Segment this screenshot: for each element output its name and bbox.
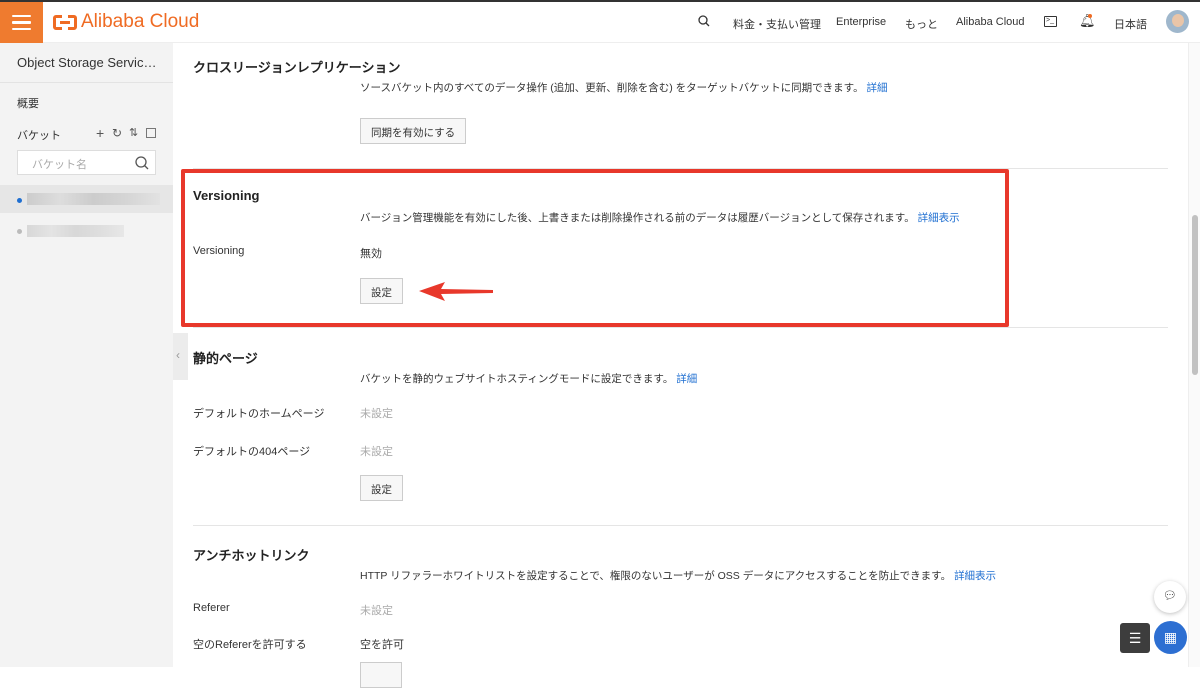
sidebar-title[interactable]: Object Storage Servic… [17,55,156,70]
add-icon[interactable]: + [96,125,104,141]
chat-icon: 💬︎ [1163,590,1177,602]
language-selector[interactable]: 日本語 [1114,16,1147,32]
divider [0,82,173,83]
bucket-name-redacted [27,225,124,237]
default-home-label: デフォルトのホームページ [193,408,325,420]
top-header: Alibaba Cloud 料金・支払い管理 Enterprise もっと Al… [0,2,1200,43]
list-icon: ☰ [1128,630,1142,646]
dot [17,229,22,234]
static-description: バケットを静的ウェブサイトホスティングモードに設定できます。 詳細 [360,373,698,385]
enable-sync-button[interactable]: 同期を有効にする [360,118,467,144]
allow-empty-referer-value: 空を許可 [360,639,404,651]
referer-label: Referer [193,602,230,614]
arrow-annotation-icon [419,282,493,301]
default-404-value: 未設定 [360,446,393,458]
sidebar-item-overview[interactable]: 概要 [17,95,39,111]
nav-more[interactable]: もっと [905,16,938,32]
list-menu-button[interactable]: ☰ [1120,623,1150,653]
refresh-icon[interactable]: ↻ [112,126,122,140]
static-settings-button[interactable]: 設定 [360,475,403,501]
crr-description: ソースバケット内のすべてのデータ操作 (追加、更新、削除を含む) をターゲットバ… [360,82,888,94]
bucket-name-redacted [27,193,160,205]
bucket-list-item[interactable] [0,221,173,243]
default-home-value: 未設定 [360,408,393,420]
nav-enterprise[interactable]: Enterprise [836,16,886,28]
terminal-icon[interactable]: >_ [1044,16,1057,27]
divider [193,327,1168,328]
bucket-list-item-selected[interactable] [0,185,173,213]
alibaba-cloud-logo[interactable]: Alibaba Cloud [53,11,199,33]
chat-support-button[interactable]: 💬︎ [1154,581,1186,613]
crr-title: クロスリージョンレプリケーション [193,60,401,75]
bucket-search-input[interactable]: バケット名 [17,150,156,175]
divider [193,525,1168,526]
logo-icon [53,13,77,31]
user-avatar[interactable] [1166,10,1189,33]
expand-icon[interactable] [146,128,156,138]
scrollbar[interactable] [1188,43,1200,667]
selected-dot [17,198,22,203]
logo-text: Alibaba Cloud [81,11,200,32]
crr-detail-link[interactable]: 詳細 [867,82,888,94]
referer-value: 未設定 [360,605,393,617]
sidebar: Object Storage Servic… 概要 バケット + ↻ ⇅ バケッ… [0,43,173,667]
static-detail-link[interactable]: 詳細 [676,373,697,385]
scrollbar-thumb[interactable] [1192,215,1198,375]
buckets-label: バケット [17,130,61,142]
apps-button[interactable]: ▦ [1154,621,1187,654]
nav-billing[interactable]: 料金・支払い管理 [733,16,821,32]
search-placeholder: バケット名 [32,159,87,171]
nav-alibaba-cloud[interactable]: Alibaba Cloud [956,16,1025,28]
allow-empty-referer-label: 空のRefererを許可する [193,639,307,651]
search-icon[interactable] [135,156,149,170]
apps-grid-icon: ▦ [1163,629,1178,645]
hotlink-detail-link[interactable]: 詳細表示 [954,570,996,582]
default-404-label: デフォルトの404ページ [193,446,311,458]
hotlink-title: アンチホットリンク [193,548,310,563]
highlight-box [181,169,1009,327]
bell-icon[interactable]: 🔔︎ [1079,13,1096,29]
static-page-title: 静的ページ [193,351,258,366]
hotlink-description: HTTP リファラーホワイトリストを設定することで、権限のないユーザーが OSS… [360,570,997,582]
search-icon[interactable] [698,15,710,27]
sort-icon[interactable]: ⇅ [129,126,138,139]
collapse-sidebar-button[interactable]: ‹ [173,333,188,380]
hotlink-settings-button[interactable] [360,662,402,688]
hamburger-menu-button[interactable] [0,2,43,43]
